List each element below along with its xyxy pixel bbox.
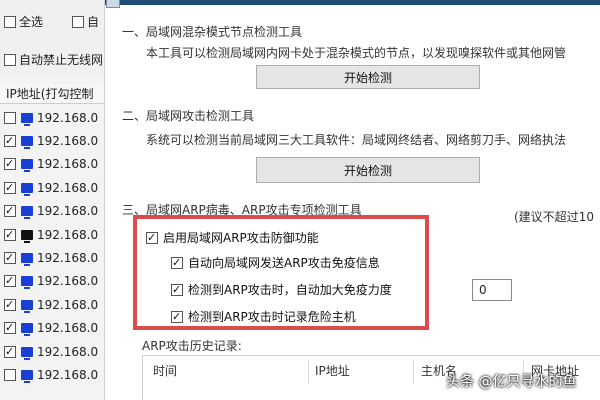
second-option-box[interactable] bbox=[72, 15, 84, 28]
select-all-label: 全选 bbox=[19, 15, 44, 29]
auto-disable-wireless-checkbox[interactable]: 自动禁止无线网 bbox=[4, 51, 103, 68]
host-ip: 192.168.0 bbox=[37, 251, 99, 266]
history-col-time[interactable]: 时间 bbox=[153, 356, 177, 386]
arp-history-label: ARP攻击历史记录: bbox=[142, 339, 242, 353]
host-checkbox[interactable] bbox=[4, 320, 16, 336]
host-ip: 192.168.0 bbox=[37, 274, 99, 289]
history-col-divider bbox=[413, 360, 414, 384]
host-row[interactable]: 192.168.0 bbox=[0, 106, 104, 129]
host-list: 192.168.0 192.168.0 192.168.0 192.168.0 192.… bbox=[0, 106, 104, 387]
select-all-box[interactable] bbox=[4, 15, 16, 28]
promiscuous-section-desc: 本工具可以检测局域网内网卡处于混杂模式的节点，以发现嗅探软件或其他网管 bbox=[146, 46, 567, 60]
promiscuous-section-title: 一、局域网混杂模式节点检测工具 bbox=[122, 25, 303, 39]
computer-icon bbox=[21, 346, 33, 360]
host-checkbox[interactable] bbox=[4, 133, 16, 149]
computer-icon bbox=[21, 299, 33, 313]
auto-disable-wireless-label: 自动禁止无线网 bbox=[19, 53, 104, 67]
host-checkbox[interactable] bbox=[4, 111, 16, 124]
host-row[interactable]: 192.168.0 bbox=[0, 363, 104, 386]
attack-start-button[interactable]: 开始检测 bbox=[256, 157, 480, 183]
highlight-annotation-box bbox=[133, 215, 429, 330]
host-ip: 192.168.0 bbox=[37, 134, 99, 149]
second-option-label: 自 bbox=[87, 15, 100, 29]
computer-icon bbox=[21, 206, 33, 220]
immunity-level-input[interactable]: 0 bbox=[472, 279, 512, 301]
select-all-checkbox[interactable]: 全选 bbox=[4, 13, 43, 30]
host-checkbox[interactable] bbox=[4, 180, 16, 196]
host-checkbox[interactable] bbox=[4, 344, 16, 360]
host-row[interactable]: 192.168.0 bbox=[0, 317, 104, 340]
host-ip: 192.168.0 bbox=[37, 227, 99, 242]
host-ip: 192.168.0 bbox=[37, 344, 99, 359]
host-row[interactable]: 192.168.0 bbox=[0, 129, 104, 152]
host-row[interactable]: 192.168.0 bbox=[0, 246, 104, 269]
host-row[interactable]: 192.168.0 bbox=[0, 340, 104, 363]
host-row[interactable]: 192.168.0 bbox=[0, 223, 104, 246]
watermark: 头条 @亿只寻水的鱼 bbox=[446, 374, 577, 390]
computer-icon bbox=[21, 182, 33, 196]
auto-disable-wireless-box[interactable] bbox=[4, 53, 16, 66]
computer-icon bbox=[21, 253, 33, 267]
arp-limit-hint: (建议不超过10 bbox=[514, 210, 594, 224]
host-ip: 192.168.0 bbox=[37, 180, 99, 195]
host-checkbox[interactable] bbox=[4, 297, 16, 313]
host-ip: 192.168.0 bbox=[37, 110, 99, 125]
attack-section-desc: 系统可以检测当前局域网三大工具软件：局域网终结者、网络剪刀手、网络执法 bbox=[146, 133, 567, 147]
host-row[interactable]: 192.168.0 bbox=[0, 200, 104, 223]
host-checkbox[interactable] bbox=[4, 368, 16, 381]
host-checkbox[interactable] bbox=[4, 273, 16, 289]
promiscuous-start-button[interactable]: 开始检测 bbox=[256, 65, 480, 89]
host-ip: 192.168.0 bbox=[37, 297, 99, 312]
host-list-panel: 全选 自 自动禁止无线网 IP地址(打勾控制 192.168.0192.168.… bbox=[0, 0, 105, 400]
computer-icon bbox=[21, 369, 33, 383]
host-checkbox[interactable] bbox=[4, 227, 16, 243]
window-title-bar bbox=[104, 0, 600, 5]
host-ip: 192.168.0 bbox=[37, 157, 99, 172]
ip-column-header[interactable]: IP地址(打勾控制 bbox=[0, 84, 104, 104]
computer-icon bbox=[21, 112, 33, 126]
host-ip: 192.168.0 bbox=[37, 367, 99, 382]
second-option-checkbox[interactable]: 自 bbox=[72, 13, 99, 30]
host-row[interactable]: 192.168.0 bbox=[0, 153, 104, 176]
computer-icon bbox=[21, 276, 33, 290]
history-col-divider bbox=[308, 360, 309, 384]
host-row[interactable]: 192.168.0 bbox=[0, 270, 104, 293]
host-checkbox[interactable] bbox=[4, 250, 16, 266]
attack-section-title: 二、局域网攻击检测工具 bbox=[122, 109, 255, 123]
host-ip: 192.168.0 bbox=[37, 321, 99, 336]
computer-icon bbox=[21, 229, 33, 243]
window-app-icon bbox=[106, 0, 120, 8]
host-row[interactable]: 192.168.0 bbox=[0, 293, 104, 316]
computer-icon bbox=[21, 323, 33, 337]
history-col-ip[interactable]: IP地址 bbox=[315, 356, 350, 386]
host-checkbox[interactable] bbox=[4, 203, 16, 219]
host-checkbox[interactable] bbox=[4, 156, 16, 172]
host-row[interactable]: 192.168.0 bbox=[0, 176, 104, 199]
computer-icon bbox=[21, 136, 33, 150]
host-ip: 192.168.0 bbox=[37, 204, 99, 219]
computer-icon bbox=[21, 159, 33, 173]
